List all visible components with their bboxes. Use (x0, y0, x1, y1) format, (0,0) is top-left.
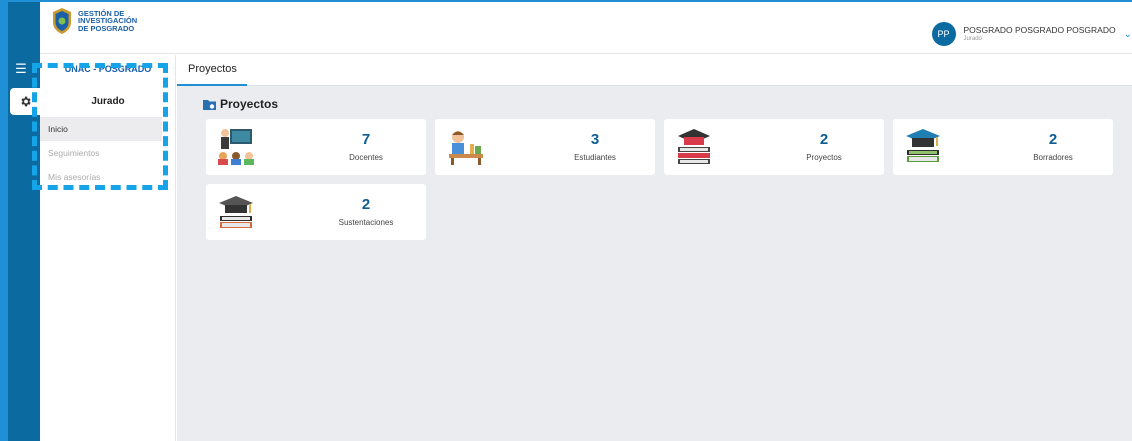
sidebar-section-title: Jurado (91, 96, 125, 107)
books-cap-icon (678, 129, 710, 164)
cap-book-icon (219, 196, 253, 228)
card-borradores[interactable]: 2 Borradores (893, 119, 1113, 175)
gear-icon (20, 96, 31, 107)
card-sustentaciones[interactable]: 2 Sustentaciones (206, 184, 426, 240)
student-icon (449, 131, 483, 165)
sidebar-title: UNAC - POSGRADO (64, 64, 152, 74)
card-estudiantes[interactable]: 3 Estudiantes (435, 119, 655, 175)
tab-proyectos[interactable]: Proyectos (177, 55, 247, 86)
user-menu[interactable]: PP POSGRADO POSGRADO POSGRADO Jurado ⌄ (931, 22, 1132, 50)
sidebar-item-seguimientos[interactable]: Seguimientos (40, 141, 162, 165)
card-value: 7 (361, 131, 371, 148)
card-value: 2 (361, 196, 371, 213)
card-value: 2 (819, 131, 829, 148)
tab-bar: Proyectos (177, 55, 1132, 86)
card-label: Proyectos (806, 153, 842, 162)
chevron-down-icon[interactable]: ⌄ (1124, 29, 1132, 40)
user-role: Jurado (963, 36, 982, 42)
card-docentes[interactable]: 7 Docentes (206, 119, 426, 175)
card-label: Docentes (349, 153, 383, 162)
app-window: ☰ GESTIÓN DE INVESTIGACIÓN DE POSGRADO P… (0, 0, 1132, 441)
app-logo[interactable]: GESTIÓN DE INVESTIGACIÓN DE POSGRADO (52, 7, 137, 35)
sidebar-item-inicio[interactable]: Inicio (40, 117, 162, 141)
section-heading: Proyectos (203, 97, 278, 111)
main-content: Proyectos Proyectos 7 Docentes 3 Estudia… (177, 55, 1132, 441)
user-name: POSGRADO POSGRADO POSGRADO (963, 25, 1116, 35)
card-value: 3 (590, 131, 600, 148)
graduation-cap-icon (906, 129, 940, 162)
card-value: 2 (1048, 131, 1058, 148)
teacher-icon (218, 129, 254, 165)
logo-text-line-3: DE POSGRADO (78, 23, 135, 33)
menu-icon[interactable]: ☰ (13, 62, 29, 76)
university-seal-icon (53, 8, 71, 34)
card-label: Sustentaciones (338, 218, 394, 227)
folder-icon (203, 99, 216, 110)
card-label: Estudiantes (574, 153, 616, 162)
sidebar: UNAC - POSGRADO Jurado Inicio Seguimient… (40, 55, 176, 441)
settings-button[interactable] (10, 88, 40, 115)
sidebar-item-mis-asesorias[interactable]: Mis asesorías (40, 165, 162, 189)
top-header: GESTIÓN DE INVESTIGACIÓN DE POSGRADO PP … (40, 2, 1132, 54)
section-title: Proyectos (220, 97, 279, 111)
card-label: Borradores (1033, 153, 1073, 162)
avatar[interactable]: PP (931, 22, 956, 46)
card-proyectos[interactable]: 2 Proyectos (664, 119, 884, 175)
